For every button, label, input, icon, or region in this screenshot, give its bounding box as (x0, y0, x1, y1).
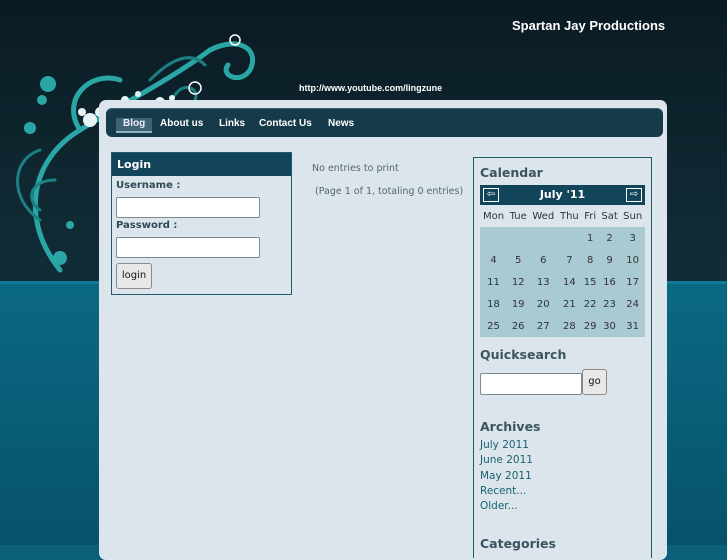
weekday-label: Tue (507, 205, 530, 227)
calendar-day[interactable]: 29 (581, 315, 599, 337)
calendar-grid: Mon Tue Wed Thu Fri Sat Sun 1 2 3 4 5 6 7 8 9 10 1… (480, 205, 645, 337)
login-box: Login Username : Password : login (111, 152, 292, 295)
password-label: Password : (116, 220, 178, 231)
calendar-day[interactable]: 25 (480, 315, 508, 337)
weekday-label: Sat (598, 205, 621, 227)
calendar-day[interactable]: 10 (620, 249, 645, 271)
calendar-day[interactable]: 30 (598, 315, 621, 337)
weekday-label: Sun (620, 205, 645, 227)
calendar-week-row: 18 19 20 21 22 23 24 (480, 293, 645, 315)
calendar-day[interactable]: 22 (581, 293, 599, 315)
username-field[interactable] (116, 197, 260, 218)
nav-item-contact-us[interactable]: Contact Us (259, 118, 312, 129)
calendar-day (557, 227, 582, 249)
calendar-day[interactable]: 3 (620, 227, 645, 249)
calendar-day[interactable]: 8 (581, 249, 599, 271)
archive-link-older[interactable]: Older... (480, 500, 518, 512)
calendar-day[interactable]: 27 (529, 315, 558, 337)
quicksearch-input[interactable] (480, 373, 582, 395)
youtube-link[interactable]: http://www.youtube.com/lingzune (299, 83, 442, 93)
calendar-day[interactable]: 2 (598, 227, 621, 249)
calendar-days: 1 2 3 4 5 6 7 8 9 10 11 12 13 14 15 16 17 18 19 20 21 22 23 24 2… (480, 227, 645, 337)
calendar-day[interactable]: 23 (598, 293, 621, 315)
main-navbar: Blog About us Links Contact Us News (106, 108, 663, 137)
pagination-info: (Page 1 of 1, totaling 0 entries) (315, 186, 464, 197)
calendar-day[interactable]: 6 (529, 249, 558, 271)
login-button[interactable]: login (116, 263, 152, 289)
weekday-label: Wed (529, 205, 558, 227)
archive-link-may-2011[interactable]: May 2011 (480, 470, 532, 482)
login-title: Login (112, 153, 291, 176)
no-entries-message: No entries to print (312, 163, 399, 174)
calendar-title: Calendar (480, 165, 543, 180)
calendar-day[interactable]: 21 (557, 293, 582, 315)
calendar-day[interactable]: 5 (507, 249, 530, 271)
weekday-label: Mon (480, 205, 508, 227)
calendar-header: ⇦ July '11 ⇨ (480, 185, 645, 205)
calendar-day[interactable]: 31 (620, 315, 645, 337)
calendar-day[interactable]: 13 (529, 271, 558, 293)
calendar-week-row: 25 26 27 28 29 30 31 (480, 315, 645, 337)
calendar-day[interactable]: 18 (480, 293, 508, 315)
calendar-day (507, 227, 530, 249)
weekday-label: Fri (581, 205, 599, 227)
archives-title: Archives (480, 419, 541, 434)
username-label: Username : (116, 180, 181, 191)
archive-link-recent[interactable]: Recent... (480, 485, 526, 497)
quicksearch-title: Quicksearch (480, 347, 567, 362)
weekday-label: Thu (557, 205, 582, 227)
calendar-day (529, 227, 558, 249)
calendar-day[interactable]: 16 (598, 271, 621, 293)
calendar-day[interactable]: 12 (507, 271, 530, 293)
calendar-day[interactable]: 24 (620, 293, 645, 315)
calendar-day[interactable]: 14 (557, 271, 582, 293)
calendar-day[interactable]: 9 (598, 249, 621, 271)
calendar-week-row: 4 5 6 7 8 9 10 (480, 249, 645, 271)
nav-item-links[interactable]: Links (219, 118, 245, 129)
calendar-day[interactable]: 19 (507, 293, 530, 315)
password-field[interactable] (116, 237, 260, 258)
quicksearch-go-button[interactable]: go (582, 369, 607, 395)
calendar-day[interactable]: 26 (507, 315, 530, 337)
calendar-day[interactable]: 4 (480, 249, 508, 271)
right-sidebar: Calendar ⇦ July '11 ⇨ Mon Tue Wed Thu Fr… (473, 157, 652, 558)
nav-item-news[interactable]: News (328, 118, 354, 129)
calendar-day[interactable]: 20 (529, 293, 558, 315)
calendar-day[interactable]: 28 (557, 315, 582, 337)
archive-link-july-2011[interactable]: July 2011 (480, 439, 529, 451)
nav-item-about-us[interactable]: About us (160, 118, 203, 129)
calendar-week-row: 123 (480, 227, 645, 249)
next-month-icon[interactable]: ⇨ (626, 188, 642, 202)
calendar-day[interactable]: 17 (620, 271, 645, 293)
calendar-day (480, 227, 508, 249)
calendar-month: July '11 (539, 188, 586, 201)
calendar-week-row: 11 12 13 14 15 16 17 (480, 271, 645, 293)
calendar-day[interactable]: 15 (581, 271, 599, 293)
calendar-day[interactable]: 7 (557, 249, 582, 271)
calendar-day[interactable]: 1 (581, 227, 599, 249)
archive-link-june-2011[interactable]: June 2011 (480, 454, 533, 466)
calendar-day[interactable]: 11 (480, 271, 508, 293)
categories-title: Categories (480, 536, 556, 551)
nav-item-blog[interactable]: Blog (116, 118, 153, 133)
site-title: Spartan Jay Productions (512, 18, 666, 33)
